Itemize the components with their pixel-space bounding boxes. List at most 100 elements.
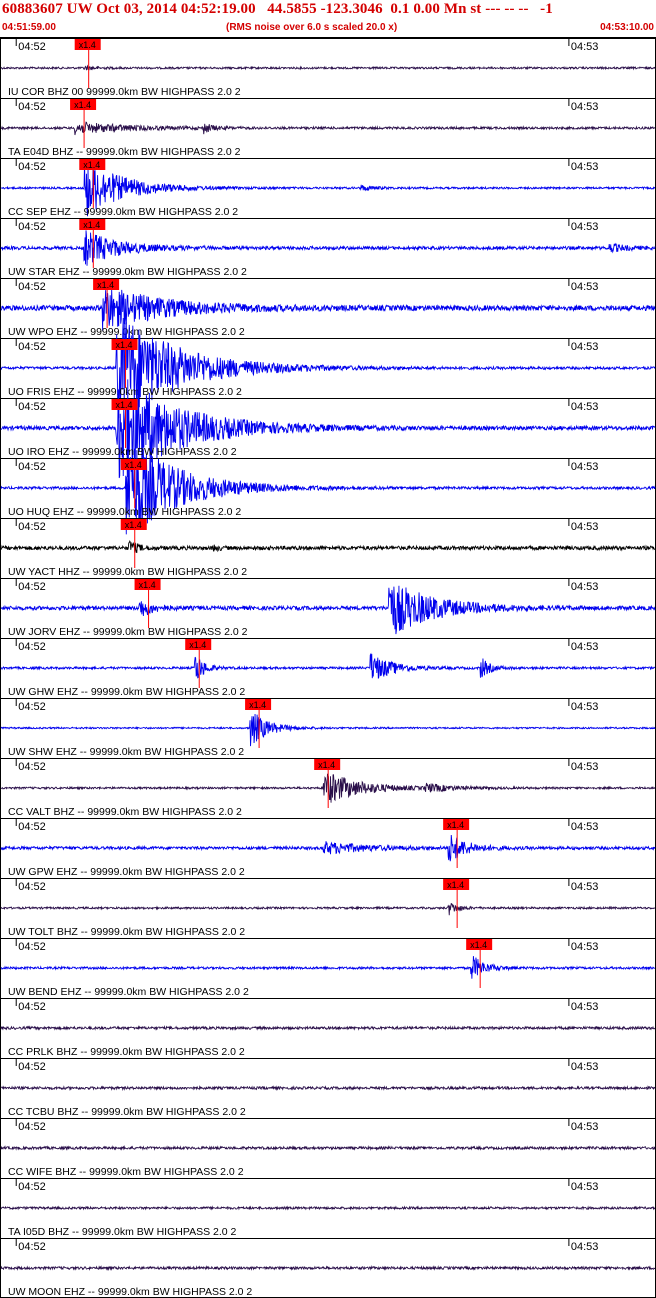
- time-tick-label: 04:53: [571, 521, 599, 533]
- pick-label: x1.4: [447, 820, 464, 830]
- trace-5: 04:52 04:53x1.4UW WPO EHZ -- 99999.0km BW…: [0, 278, 656, 338]
- trace-3: 04:52 04:53 x1.4 CC SEP EHZ -- 99999.0km BW…: [0, 158, 656, 218]
- time-tick-label: 04:52: [18, 581, 46, 593]
- station-label: UW JORV EHZ -- 99999.0km BW HIGHPASS 2.0…: [8, 626, 248, 638]
- time-tick-label: 04:52: [18, 1181, 46, 1193]
- time-tick-label: 04:53: [571, 1121, 599, 1133]
- time-tick-label: 04:53: [571, 1241, 599, 1253]
- station-label: TA I05D BHZ -- 99999.0km BW HIGHPASS 2.0…: [8, 1226, 237, 1238]
- station-label: UW YACT HHZ -- 99999.0km BW HIGHPASS 2.0…: [8, 566, 247, 578]
- waveform: [0, 652, 656, 679]
- station-label: CC VALT BHZ -- 99999.0km BW HIGHPASS 2.0…: [8, 806, 242, 818]
- station-label: CC WIFE BHZ -- 99999.0km BW HIGHPASS 2.0…: [8, 1166, 244, 1178]
- time-tick-label: 04:53: [571, 281, 599, 293]
- time-tick-label: 04:53: [571, 881, 599, 893]
- time-tick-label: 04:53: [571, 221, 599, 233]
- time-tick-label: 04:53: [571, 341, 599, 353]
- time-tick-label: 04:53: [571, 461, 599, 473]
- pick-label: x1.4: [116, 340, 133, 350]
- waveform: [0, 230, 656, 266]
- station-label: CC TCBU BHZ -- 99999.0km BW HIGHPASS 2.0…: [8, 1106, 246, 1118]
- trace-21: 04:52 04:53 UW MOON EHZ -- 99999.0km BW HI…: [0, 1238, 656, 1298]
- time-tick-label: 04:52: [18, 761, 46, 773]
- trace-13: 04:52 04:53 x1.4 CC VALT BHZ -- 99999.0km B…: [0, 758, 656, 818]
- station-label: UW MOON EHZ -- 99999.0km BW HIGHPASS 2.0…: [8, 1286, 252, 1298]
- time-tick-label: 04:53: [571, 941, 599, 953]
- time-tick-label: 04:53: [571, 161, 599, 173]
- trace-14: 04:52 04:53 x1.4 UW GPW EHZ -- 99999.0km BW…: [0, 818, 656, 878]
- station-label: UW TOLT BHZ -- 99999.0km BW HIGHPASS 2.0…: [8, 926, 245, 938]
- seismogram-panel: 04:52 04:53 x1.4 IU COR BHZ 00 99999.0km BW…: [0, 37, 656, 1298]
- station-label: CC PRLK BHZ -- 99999.0km BW HIGHPASS 2.0…: [8, 1046, 245, 1058]
- waveform: [0, 1084, 656, 1092]
- time-tick-label: 04:52: [18, 1241, 46, 1253]
- waveform: [0, 448, 656, 535]
- time-tick-label: 04:52: [18, 821, 46, 833]
- pick-label: x1.4: [97, 280, 114, 290]
- station-label: UO IRO EHZ -- 99999.0km BW HIGHPASS 2.0 …: [8, 446, 237, 458]
- trace-18: 04:52 04:53 CC TCBU BHZ -- 99999.0km BW HI…: [0, 1058, 656, 1118]
- station-label: CC SEP EHZ -- 99999.0km BW HIGHPASS 2.0 …: [8, 206, 238, 218]
- pick-label: x1.4: [116, 400, 133, 410]
- time-tick-label: 04:52: [18, 881, 46, 893]
- trace-10: 04:52 04:53 x1.4 UW JORV EHZ -- 99999.0km B…: [0, 578, 656, 638]
- waveform: [0, 903, 656, 916]
- time-tick-label: 04:53: [571, 761, 599, 773]
- trace-4: 04:52 04:53 x1.4 UW STAR EHZ -- 99999.0km B…: [0, 218, 656, 278]
- waveform: [0, 1024, 656, 1031]
- time-tick-label: 04:53: [571, 401, 599, 413]
- station-label: UW GPW EHZ -- 99999.0km BW HIGHPASS 2.0 …: [8, 866, 245, 878]
- waveform: [0, 956, 656, 979]
- trace-1: 04:52 04:53 x1.4 IU COR BHZ 00 99999.0km BW…: [0, 38, 656, 98]
- time-tick-label: 04:53: [571, 641, 599, 653]
- station-label: IU COR BHZ 00 99999.0km BW HIGHPASS 2.0 …: [8, 86, 241, 98]
- trace-15: 04:52 04:53 x1.4 UW TOLT BHZ -- 99999.0km B…: [0, 878, 656, 938]
- time-tick-label: 04:52: [18, 461, 46, 473]
- trace-2: 04:52 04:53 x1.4 TA E04D BHZ -- 99999.0km B…: [0, 98, 656, 158]
- time-tick-label: 04:52: [18, 401, 46, 413]
- pick-label: x1.4: [249, 700, 266, 710]
- time-tick-label: 04:53: [571, 1061, 599, 1073]
- pick-label: x1.4: [79, 40, 96, 50]
- station-label: UO HUQ EHZ -- 99999.0km BW HIGHPASS 2.0 …: [8, 506, 241, 518]
- station-label: UW STAR EHZ -- 99999.0km BW HIGHPASS 2.0…: [8, 266, 247, 278]
- waveform: [0, 539, 656, 554]
- time-tick-label: 04:52: [18, 521, 46, 533]
- pick-label: x1.4: [74, 100, 91, 110]
- waveform: [0, 1205, 656, 1211]
- time-tick-label: 04:53: [571, 1001, 599, 1013]
- trace-19: 04:52 04:53 CC WIFE BHZ -- 99999.0km BW HI…: [0, 1118, 656, 1178]
- pick-label: x1.4: [470, 940, 487, 950]
- time-tick-label: 04:52: [18, 1061, 46, 1073]
- waveform: [0, 289, 656, 331]
- waveform: [0, 1265, 656, 1271]
- pick-label: x1.4: [447, 880, 464, 890]
- waveform: [0, 835, 656, 862]
- trace-17: 04:52 04:53 CC PRLK BHZ -- 99999.0km BW HI…: [0, 998, 656, 1058]
- trace-9: 04:52 04:53 x1.4 UW YACT HHZ -- 99999.0km B…: [0, 518, 656, 578]
- trace-11: 04:52 04:53 x1.4 UW GHW EHZ -- 99999.0km BW…: [0, 638, 656, 698]
- time-tick-label: 04:52: [18, 641, 46, 653]
- time-tick-label: 04:53: [571, 821, 599, 833]
- pick-label: x1.4: [83, 160, 100, 170]
- waveform: [0, 714, 656, 747]
- time-tick-label: 04:52: [18, 341, 46, 353]
- pick-label: x1.4: [139, 580, 156, 590]
- pick-label: x1.4: [318, 760, 335, 770]
- time-tick-label: 04:52: [18, 101, 46, 113]
- station-label: UW GHW EHZ -- 99999.0km BW HIGHPASS 2.0 …: [8, 686, 245, 698]
- time-tick-label: 04:52: [18, 701, 46, 713]
- trace-16: 04:52 04:53 x1.4 UW BEND EHZ -- 99999.0km B…: [0, 938, 656, 998]
- time-tick-label: 04:52: [18, 161, 46, 173]
- time-tick-label: 04:53: [571, 1181, 599, 1193]
- time-tick-label: 04:52: [18, 941, 46, 953]
- time-tick-label: 04:52: [18, 1001, 46, 1013]
- time-tick-label: 04:52: [18, 221, 46, 233]
- time-tick-label: 04:52: [18, 41, 46, 53]
- station-label: UO FRIS EHZ -- 99999.0km BW HIGHPASS 2.0…: [8, 386, 242, 398]
- time-tick-label: 04:53: [571, 101, 599, 113]
- trace-12: 04:52 04:53 x1.4 UW SHW EHZ -- 99999.0km BW…: [0, 698, 656, 758]
- waveform: [0, 121, 656, 136]
- station-label: UW BEND EHZ -- 99999.0km BW HIGHPASS 2.0…: [8, 986, 249, 998]
- pick-label: x1.4: [125, 520, 142, 530]
